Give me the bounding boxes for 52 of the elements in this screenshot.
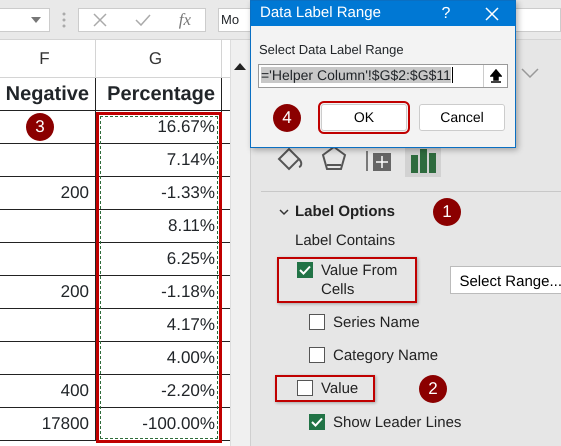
column-header[interactable]: G (96, 40, 222, 77)
cancel-button[interactable]: Cancel (419, 104, 505, 131)
table-cell-text: 4.17% (166, 314, 215, 336)
table-cell-text: 200 (60, 182, 89, 204)
step-number-badge: 3 (26, 113, 54, 141)
table-cell-text: -1.18% (161, 281, 215, 304)
step-number-badge: 1 (433, 198, 462, 226)
upload-arrow-icon[interactable] (490, 68, 502, 82)
subheading: Label Contains (294, 231, 396, 251)
column-header[interactable]: F (0, 40, 96, 77)
step-number-badge: 4 (273, 104, 301, 132)
table-cell-text: 16.67% (157, 116, 215, 138)
checkbox-option[interactable]: Value (275, 375, 375, 402)
table-cell-text: 8.11% (168, 215, 215, 238)
checkbox[interactable] (309, 414, 325, 430)
insert-function-button[interactable]: fx (178, 6, 192, 32)
table-cell-text: 400 (60, 380, 89, 402)
close-icon[interactable] (485, 6, 499, 20)
dialog-title: Data Label Range (260, 3, 382, 24)
range-input-field[interactable]: ='Helper Column'!$G$2:$G$11 (258, 64, 508, 88)
table-cell-text: 6.25% (166, 248, 215, 270)
scroll-up-arrow-icon[interactable] (234, 62, 246, 70)
checkbox[interactable] (309, 346, 325, 362)
step-number-badge: 2 (419, 374, 447, 402)
table-cell-text: -2.20% (161, 380, 215, 402)
help-button[interactable]: ? (423, 2, 469, 26)
section-heading[interactable]: Label Options (295, 200, 396, 224)
select-range-button[interactable]: Select Range... (450, 266, 561, 294)
checkbox[interactable] (309, 314, 325, 330)
table-cell-text: 4.00% (166, 347, 215, 370)
checkbox-option[interactable]: Show Leader Lines (287, 408, 474, 436)
scrollbar[interactable] (230, 40, 250, 446)
checkbox[interactable] (297, 380, 313, 396)
table-cell-text: 7.14% (166, 149, 215, 172)
checkbox-option[interactable]: Value From Cells (277, 256, 417, 302)
table-cell-text: -100.00% (142, 413, 215, 436)
enter-check-icon[interactable] (134, 12, 151, 26)
chevron-down-icon[interactable] (279, 207, 289, 217)
table-cell-text: -1.33% (161, 182, 215, 204)
table-cell-text: 200 (60, 281, 89, 304)
checkbox-option[interactable]: Category Name (287, 342, 450, 368)
grip-icon (62, 10, 66, 28)
formula-text: Mo (221, 10, 240, 29)
table-cell-text: 17800 (42, 413, 89, 436)
dropdown-caret-icon[interactable] (31, 16, 41, 22)
checkbox[interactable] (297, 262, 313, 278)
checkbox-option[interactable]: Series Name (287, 308, 432, 336)
name-box[interactable] (0, 8, 50, 32)
ok-button[interactable]: OK (321, 104, 407, 131)
dialog-prompt: Select Data Label Range (258, 41, 405, 59)
header-cell: Percentage (96, 78, 222, 110)
header-cell: Negative (0, 78, 96, 110)
